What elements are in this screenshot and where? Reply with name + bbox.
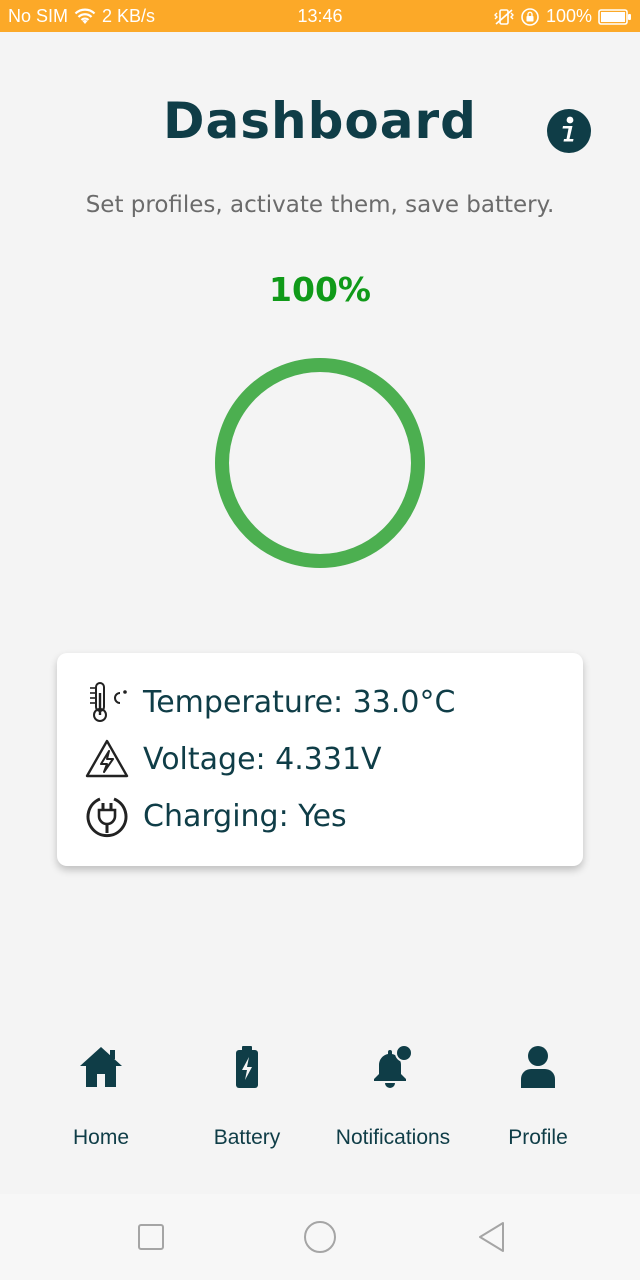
bottom-nav: Home Battery Notifications Profile [0, 1030, 640, 1180]
battery-percent-label: 100% [269, 270, 371, 309]
status-bar: No SIM 2 KB/s 13:46 100% [0, 0, 640, 32]
voltage-icon [83, 735, 131, 783]
system-nav-bar [0, 1194, 640, 1280]
nav-home[interactable]: Home [26, 1030, 176, 1170]
bell-icon [318, 1042, 468, 1092]
info-icon [547, 107, 591, 155]
vibrate-off-icon [493, 8, 514, 26]
nav-notifications[interactable]: Notifications [318, 1030, 468, 1170]
voltage-row: Voltage: 4.331V [83, 735, 382, 783]
battery-progress-ring [213, 356, 427, 570]
rotation-lock-icon [520, 7, 540, 27]
battery-percent-status: 100% [545, 6, 592, 26]
nav-battery[interactable]: Battery [172, 1030, 322, 1170]
charging-text: Charging: Yes [143, 798, 347, 834]
home-icon [26, 1042, 176, 1092]
user-icon [463, 1042, 613, 1092]
nav-profile[interactable]: Profile [463, 1030, 613, 1170]
voltage-text: Voltage: 4.331V [143, 741, 382, 777]
status-right: 100% [493, 6, 632, 27]
plug-icon [83, 792, 131, 840]
ring-progress [215, 358, 425, 568]
battery-icon [172, 1042, 322, 1092]
square-icon [137, 1223, 165, 1255]
charging-row: Charging: Yes [83, 792, 347, 840]
circle-icon [303, 1220, 337, 1258]
back-button[interactable] [472, 1219, 512, 1259]
battery-info-card: Temperature: 33.0°C Voltage: 4.331V Char… [57, 653, 583, 866]
page-title: Dashboard [163, 92, 477, 150]
temperature-row: Temperature: 33.0°C [83, 678, 455, 726]
nav-profile-label: Profile [508, 1126, 568, 1149]
info-button[interactable] [547, 109, 591, 153]
triangle-back-icon [477, 1221, 507, 1257]
recents-button[interactable] [131, 1219, 171, 1259]
nav-notifications-label: Notifications [335, 1126, 451, 1149]
status-battery-icon [598, 8, 632, 26]
nav-battery-label: Battery [213, 1126, 281, 1149]
temperature-text: Temperature: 33.0°C [143, 684, 456, 720]
nav-home-label: Home [72, 1126, 130, 1149]
home-system-button[interactable] [300, 1219, 340, 1259]
page-subtitle: Set profiles, activate them, save batter… [85, 192, 555, 218]
thermometer-icon [83, 678, 131, 726]
